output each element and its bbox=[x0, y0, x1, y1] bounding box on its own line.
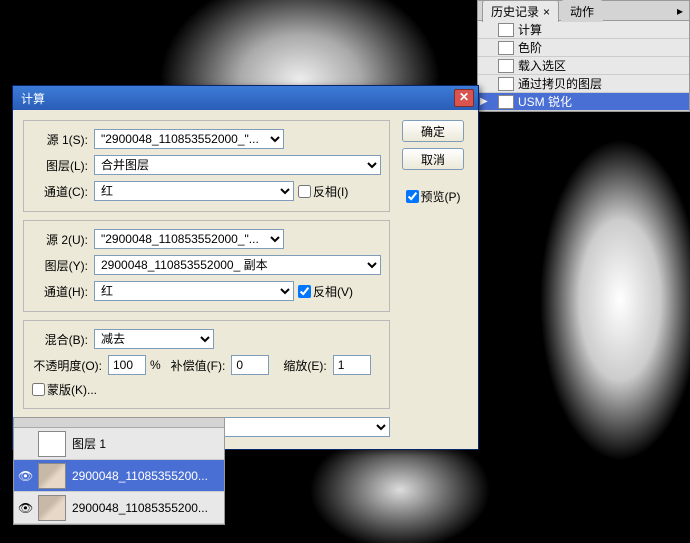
source1-layer-label: 图层(L): bbox=[32, 157, 88, 174]
panel-tabs: 历史记录× 动作 ▸ bbox=[478, 1, 689, 21]
scale-input[interactable] bbox=[333, 355, 371, 375]
source1-file-select[interactable]: "2900048_110853552000_"... bbox=[94, 129, 284, 149]
source1-legend: 源 1(S): bbox=[32, 131, 88, 148]
blend-group: 混合(B): 减去 不透明度(O): % 补偿值(F): 缩放(E): 蒙版(K… bbox=[23, 320, 390, 409]
history-step-icon bbox=[498, 59, 514, 73]
opacity-input[interactable] bbox=[108, 355, 146, 375]
preview-checkbox[interactable]: 预览(P) bbox=[406, 188, 461, 205]
dialog-titlebar[interactable]: 计算 ✕ bbox=[13, 86, 478, 110]
mask-checkbox[interactable]: 蒙版(K)... bbox=[32, 381, 97, 398]
history-item[interactable]: 计算 bbox=[478, 21, 689, 39]
history-item[interactable]: 载入选区 bbox=[478, 57, 689, 75]
current-arrow-icon: ▶ bbox=[480, 96, 488, 107]
cancel-button[interactable]: 取消 bbox=[402, 148, 464, 170]
layer-name: 2900048_11085355200... bbox=[72, 469, 220, 483]
source1-group: 源 1(S): "2900048_110853552000_"... 图层(L)… bbox=[23, 120, 390, 212]
history-step-icon bbox=[498, 95, 514, 109]
layer-row[interactable]: 👁 2900048_11085355200... bbox=[14, 460, 224, 492]
blend-mode-select[interactable]: 减去 bbox=[94, 329, 214, 349]
close-button[interactable]: ✕ bbox=[454, 89, 474, 107]
source2-channel-select[interactable]: 红 bbox=[94, 281, 294, 301]
source2-channel-label: 通道(H): bbox=[32, 283, 88, 300]
history-step-icon bbox=[498, 23, 514, 37]
panel-menu-icon[interactable]: ▸ bbox=[671, 4, 689, 18]
source1-invert-checkbox[interactable]: 反相(I) bbox=[298, 183, 348, 200]
layer-thumbnail-icon bbox=[38, 463, 66, 489]
close-icon[interactable]: × bbox=[543, 5, 550, 19]
source1-layer-select[interactable]: 合并图层 bbox=[94, 155, 381, 175]
history-item[interactable]: 色阶 bbox=[478, 39, 689, 57]
visibility-icon[interactable]: 👁 bbox=[18, 469, 32, 483]
source1-channel-select[interactable]: 红 bbox=[94, 181, 294, 201]
history-item[interactable]: ▶USM 锐化 bbox=[478, 93, 689, 111]
source2-layer-select[interactable]: 2900048_110853552000_ 副本 bbox=[94, 255, 381, 275]
layer-name: 图层 1 bbox=[72, 435, 220, 452]
layer-row[interactable]: 图层 1 bbox=[14, 428, 224, 460]
calculations-dialog: 计算 ✕ 源 1(S): "2900048_110853552000_"... … bbox=[12, 85, 479, 450]
source2-file-select[interactable]: "2900048_110853552000_"... bbox=[94, 229, 284, 249]
source2-layer-label: 图层(Y): bbox=[32, 257, 88, 274]
scale-label: 缩放(E): bbox=[283, 357, 326, 374]
visibility-icon[interactable]: 👁 bbox=[18, 501, 32, 515]
history-step-icon bbox=[498, 77, 514, 91]
tab-actions[interactable]: 动作 bbox=[561, 0, 603, 22]
percent-label: % bbox=[150, 358, 161, 372]
blend-label: 混合(B): bbox=[32, 331, 88, 348]
offset-label: 补偿值(F): bbox=[171, 357, 226, 374]
tab-history[interactable]: 历史记录× bbox=[482, 0, 559, 22]
ok-button[interactable]: 确定 bbox=[402, 120, 464, 142]
history-item[interactable]: 通过拷贝的图层 bbox=[478, 75, 689, 93]
layer-name: 2900048_11085355200... bbox=[72, 501, 220, 515]
layer-thumbnail-icon bbox=[38, 431, 66, 457]
source2-invert-checkbox[interactable]: 反相(V) bbox=[298, 283, 353, 300]
layer-thumbnail-icon bbox=[38, 495, 66, 521]
opacity-label: 不透明度(O): bbox=[32, 357, 102, 374]
history-panel: 历史记录× 动作 ▸ 计算 色阶 载入选区 通过拷贝的图层 ▶USM 锐化 bbox=[477, 0, 690, 112]
source1-channel-label: 通道(C): bbox=[32, 183, 88, 200]
source2-legend: 源 2(U): bbox=[32, 231, 88, 248]
dialog-title: 计算 bbox=[21, 90, 454, 107]
offset-input[interactable] bbox=[231, 355, 269, 375]
layer-row[interactable]: 👁 2900048_11085355200... bbox=[14, 492, 224, 524]
source2-group: 源 2(U): "2900048_110853552000_"... 图层(Y)… bbox=[23, 220, 390, 312]
layers-panel: 图层 1 👁 2900048_11085355200... 👁 2900048_… bbox=[13, 417, 225, 525]
history-step-icon bbox=[498, 41, 514, 55]
layers-header bbox=[14, 418, 224, 428]
